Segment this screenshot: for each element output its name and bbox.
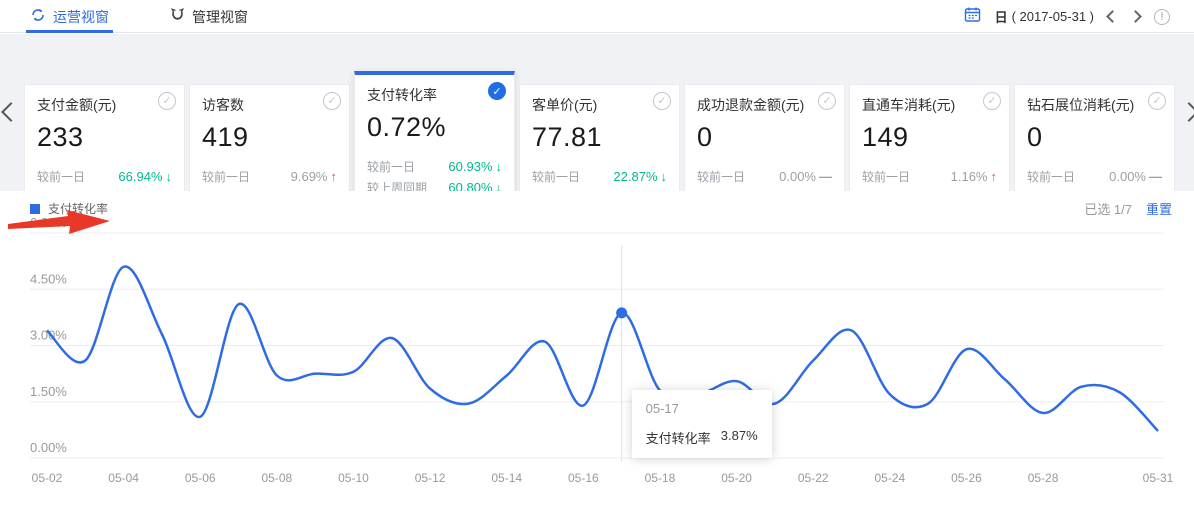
red-annotation-arrow (8, 209, 118, 235)
comparison-label: 较前一日 (862, 168, 910, 185)
comparison-label: 较前一日 (532, 168, 580, 185)
tooltip-value: 3.87% (721, 428, 758, 447)
active-tab-underline (26, 30, 113, 33)
date-display[interactable]: 日 ( 2017-05-31 ) (995, 7, 1094, 26)
metric-title: 支付金额(元) (37, 95, 172, 115)
x-tick-label: 05-10 (338, 471, 369, 485)
x-tick-label: 05-14 (491, 471, 522, 485)
check-circle-icon[interactable]: ✓ (983, 92, 1001, 110)
metric-title: 成功退款金额(元) (697, 95, 832, 115)
trend-up-icon: ↑ (331, 169, 338, 184)
metric-value: 0 (697, 122, 832, 153)
date-granularity: 日 (995, 7, 1008, 26)
metric-value: 0.72% (367, 112, 502, 143)
comparison-value: 1.16% ↑ (951, 169, 997, 184)
tab-label: 管理视窗 (192, 7, 248, 27)
comparison-row: 较前一日 0.00% — (1027, 166, 1162, 187)
metric-title: 钻石展位消耗(元) (1027, 95, 1162, 115)
reset-button[interactable]: 重置 (1146, 199, 1172, 218)
tab-management-view[interactable]: 管理视窗 (170, 0, 248, 33)
x-tick-label: 05-18 (645, 471, 676, 485)
comparison-value: 66.94% ↓ (118, 169, 172, 184)
comparison-row: 较前一日 22.87% ↓ (532, 166, 667, 187)
comparison-value: 0.00% — (779, 169, 832, 184)
metric-card[interactable]: ✓ 支付转化率 0.72% 较前一日 60.93% ↓ 较上周同期 60.80%… (354, 71, 515, 210)
comparison-row: 较前一日 9.69% ↑ (202, 166, 337, 187)
check-circle-icon[interactable]: ✓ (158, 92, 176, 110)
tab-operations-view[interactable]: 运营视窗 (30, 0, 109, 33)
x-tick-label: 05-08 (262, 471, 293, 485)
x-tick-label: 05-12 (415, 471, 446, 485)
x-tick-label: 05-22 (798, 471, 829, 485)
top-nav-bar: 运营视窗 管理视窗 日 ( 2017-05-31 (0, 0, 1194, 33)
comparison-label: 较前一日 (1027, 168, 1075, 185)
date-value: ( 2017-05-31 ) (1012, 9, 1094, 24)
metric-value: 0 (1027, 122, 1162, 153)
comparison-value: 22.87% ↓ (613, 169, 667, 184)
metric-value: 77.81 (532, 122, 667, 153)
x-tick-label: 05-04 (108, 471, 139, 485)
dashboard-page: 运营视窗 管理视窗 日 ( 2017-05-31 (0, 0, 1194, 510)
tooltip-series-label: 支付转化率 (646, 428, 711, 447)
metric-title: 直通车消耗(元) (862, 95, 997, 115)
comparison-value: 60.93% ↓ (448, 159, 502, 174)
highlight-point[interactable] (616, 307, 627, 318)
trend-flat-icon: — (1149, 169, 1162, 184)
date-controls: 日 ( 2017-05-31 ) ! (964, 0, 1170, 33)
trend-chart-section: 0.00%1.50%3.00%4.50%6.00%05-0205-0405-06… (0, 191, 1194, 510)
x-tick-label: 05-06 (185, 471, 216, 485)
checked-circle-icon[interactable]: ✓ (488, 82, 506, 100)
metric-title: 客单价(元) (532, 95, 667, 115)
x-tick-label: 05-16 (568, 471, 599, 485)
date-prev-button[interactable] (1106, 10, 1119, 23)
x-tick-label: 05-20 (721, 471, 752, 485)
y-tick-label: 1.50% (30, 384, 67, 399)
metrics-band: ✓ 支付金额(元) 233 较前一日 66.94% ↓ 较上周同期 55.66%… (0, 34, 1194, 191)
trend-flat-icon: — (819, 169, 832, 184)
metric-title: 访客数 (202, 95, 337, 115)
comparison-label: 较前一日 (202, 168, 250, 185)
x-tick-label: 05-28 (1028, 471, 1059, 485)
metric-value: 419 (202, 122, 337, 153)
check-circle-icon[interactable]: ✓ (323, 92, 341, 110)
chart-tooltip: 05-17 支付转化率 3.87% (632, 390, 772, 458)
selected-count-label: 已选 1/7 (1084, 199, 1132, 218)
comparison-value: 9.69% ↑ (291, 169, 337, 184)
comparison-label: 较前一日 (697, 168, 745, 185)
series-line (47, 266, 1158, 431)
trend-up-icon: ↑ (991, 169, 998, 184)
comparison-row: 较前一日 66.94% ↓ (37, 166, 172, 187)
date-next-button[interactable] (1129, 10, 1142, 23)
metric-title: 支付转化率 (367, 85, 502, 105)
comparison-row: 较前一日 60.93% ↓ (367, 156, 502, 177)
y-tick-label: 0.00% (30, 440, 67, 455)
line-chart[interactable]: 0.00%1.50%3.00%4.50%6.00%05-0205-0405-06… (0, 191, 1194, 510)
comparison-row: 较前一日 1.16% ↑ (862, 166, 997, 187)
x-tick-label: 05-02 (32, 471, 63, 485)
y-tick-label: 3.00% (30, 328, 67, 343)
x-tick-label: 05-26 (951, 471, 982, 485)
x-tick-label: 05-31 (1143, 471, 1174, 485)
tooltip-date: 05-17 (646, 401, 758, 416)
comparison-label: 较前一日 (37, 168, 85, 185)
check-circle-icon[interactable]: ✓ (818, 92, 836, 110)
comparison-value: 0.00% — (1109, 169, 1162, 184)
y-tick-label: 4.50% (30, 271, 67, 286)
x-tick-label: 05-24 (874, 471, 905, 485)
trend-down-icon: ↓ (496, 159, 503, 174)
tab-label: 运营视窗 (53, 7, 109, 27)
refresh-icon (30, 7, 46, 26)
comparison-label: 较前一日 (367, 158, 415, 175)
trend-down-icon: ↓ (166, 169, 173, 184)
metric-value: 233 (37, 122, 172, 153)
check-circle-icon[interactable]: ✓ (653, 92, 671, 110)
comparison-row: 较前一日 0.00% — (697, 166, 832, 187)
metric-value: 149 (862, 122, 997, 153)
info-icon[interactable]: ! (1154, 9, 1170, 25)
trend-down-icon: ↓ (661, 169, 668, 184)
check-circle-icon[interactable]: ✓ (1148, 92, 1166, 110)
cat-icon (170, 7, 185, 26)
calendar-icon[interactable] (964, 6, 981, 28)
